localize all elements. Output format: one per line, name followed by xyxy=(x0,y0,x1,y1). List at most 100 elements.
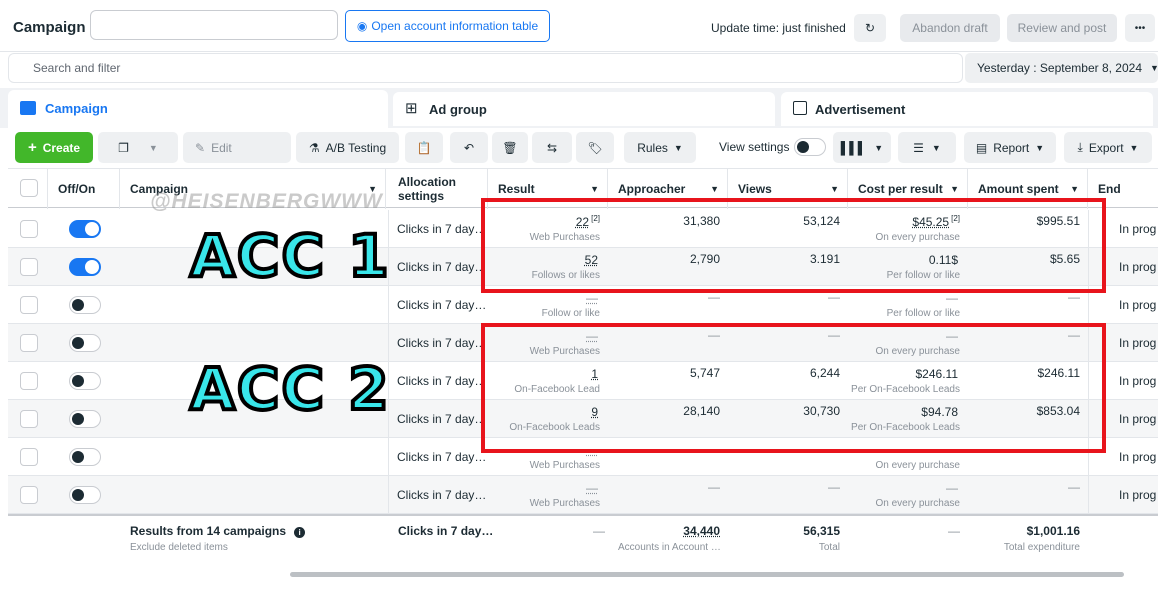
review-post-button[interactable]: Review and post xyxy=(1007,14,1117,42)
row-checkbox[interactable] xyxy=(20,448,38,466)
campaign-toggle[interactable] xyxy=(69,372,101,390)
footer-approacher: 34,440 xyxy=(683,524,720,538)
page-title: Campaign xyxy=(13,19,86,36)
clipboard-icon: 📋 xyxy=(416,140,432,155)
tab-ad-group[interactable]: ⊞ Ad group xyxy=(393,92,775,126)
plus-icon: + xyxy=(27,139,37,156)
acc-2-label: ACC 2 xyxy=(188,353,391,425)
footer-result: — xyxy=(593,524,605,538)
watermark-text: @HEISENBERGWWW xyxy=(150,190,383,213)
open-account-table-button[interactable]: ◉ Open account information table xyxy=(345,10,550,42)
col-allocation[interactable]: Allocation settings xyxy=(388,169,488,209)
allocation-value: Clicks in 7 day… xyxy=(397,260,487,274)
search-placeholder: Search and filter xyxy=(33,61,121,75)
chevron-down-icon: ▼ xyxy=(874,142,884,153)
row-checkbox[interactable] xyxy=(20,372,38,390)
spent-value: — xyxy=(1068,480,1080,494)
edit-button[interactable]: ✎ Edit xyxy=(183,132,291,163)
eye-icon: ◉ xyxy=(356,19,368,33)
campaign-toggle[interactable] xyxy=(69,220,101,238)
acc-2-highlight-box xyxy=(481,323,1106,453)
footer-views: 56,315 xyxy=(803,524,840,538)
preview-button[interactable]: ⇆ xyxy=(532,132,572,163)
end-value: In prog xyxy=(1119,412,1157,426)
sort-icon: ▼ xyxy=(590,184,599,194)
abandon-draft-button[interactable]: Abandon draft xyxy=(900,14,1000,42)
acc-1-highlight-box xyxy=(481,198,1106,293)
cost-cell: — On every purchase xyxy=(848,476,968,514)
columns-button[interactable]: ▌▌▌ ▼ xyxy=(833,132,891,163)
row-checkbox[interactable] xyxy=(20,410,38,428)
create-button[interactable]: + Create xyxy=(15,132,93,163)
row-checkbox[interactable] xyxy=(20,296,38,314)
end-value: In prog xyxy=(1119,336,1157,350)
footer-views-sub: Total xyxy=(818,542,840,553)
allocation-value: Clicks in 7 day… xyxy=(397,374,487,388)
breakdown-button[interactable]: ☰ ▼ xyxy=(898,132,956,163)
ab-testing-button[interactable]: ⚗ A/B Testing xyxy=(296,132,399,163)
tag-button[interactable]: 🏷 xyxy=(576,132,614,163)
approacher-value: — xyxy=(708,480,720,494)
delete-button[interactable]: 🗑 xyxy=(492,132,528,163)
allocation-value: Clicks in 7 day… xyxy=(397,450,487,464)
report-icon: ▤ xyxy=(975,140,988,155)
preview-icon: ⇆ xyxy=(546,140,558,155)
campaign-toggle[interactable] xyxy=(69,486,101,504)
horizontal-scrollbar[interactable] xyxy=(290,572,1124,577)
search-filter-bar[interactable] xyxy=(8,53,963,83)
more-button[interactable]: ••• xyxy=(1125,14,1155,42)
sort-icon: ▼ xyxy=(830,184,839,194)
table-row[interactable]: Clicks in 7 day… — Web Purchases — — — On ever… xyxy=(8,476,1158,514)
footer-cost: — xyxy=(948,524,960,538)
row-checkbox[interactable] xyxy=(20,334,38,352)
campaign-toggle[interactable] xyxy=(69,410,101,428)
allocation-cell: Clicks in 7 day… xyxy=(388,248,488,286)
rules-button[interactable]: Rules xyxy=(624,132,696,163)
end-value: In prog xyxy=(1119,222,1157,236)
refresh-button[interactable]: ↻ xyxy=(854,14,886,42)
result-subtitle: Web Purchases xyxy=(529,460,600,471)
cost-subtitle: Per follow or like xyxy=(886,308,960,319)
allocation-value: Clicks in 7 day… xyxy=(397,488,487,502)
acc-1-label: ACC 1 xyxy=(188,220,391,292)
views-value: — xyxy=(828,480,840,494)
cost-value: — xyxy=(946,481,958,495)
result-subtitle: Web Purchases xyxy=(529,498,600,509)
tab-advertisement[interactable]: Advertisement xyxy=(781,92,1153,126)
clipboard-button[interactable]: 📋 xyxy=(405,132,443,163)
columns-icon: ▌▌▌ xyxy=(840,140,867,155)
flask-icon: ⚗ xyxy=(308,140,320,155)
cost-subtitle: On every purchase xyxy=(875,460,961,471)
allocation-cell: Clicks in 7 day… xyxy=(388,324,488,362)
campaign-name-input[interactable] xyxy=(90,10,338,40)
tab-campaign[interactable]: Campaign xyxy=(8,90,388,128)
footer-title: Results from 14 campaigns i xyxy=(130,524,306,538)
allocation-cell: Clicks in 7 day… xyxy=(388,210,488,248)
undo-button[interactable]: ↶ xyxy=(450,132,488,163)
campaign-folder-icon xyxy=(20,101,36,115)
footer-subtitle: Exclude deleted items xyxy=(130,542,228,553)
col-off-on[interactable]: Off/On xyxy=(48,169,120,209)
campaign-toggle[interactable] xyxy=(69,258,101,276)
row-checkbox[interactable] xyxy=(20,220,38,238)
sort-icon: ▼ xyxy=(950,184,959,194)
campaign-toggle[interactable] xyxy=(69,334,101,352)
info-icon: i xyxy=(294,527,306,538)
campaign-toggle[interactable] xyxy=(69,296,101,314)
chevron-down-icon: ▼ xyxy=(931,142,941,153)
footer-approacher-sub: Accounts in Account … xyxy=(618,542,721,553)
date-range-picker[interactable]: Yesterday : September 8, 2024 ▼ xyxy=(965,53,1158,83)
row-checkbox[interactable] xyxy=(20,486,38,504)
allocation-value: Clicks in 7 day… xyxy=(397,298,487,312)
report-button[interactable]: ▤ Report xyxy=(964,132,1056,163)
view-settings-toggle[interactable] xyxy=(794,138,826,156)
select-all-checkbox[interactable] xyxy=(20,179,38,197)
campaign-toggle[interactable] xyxy=(69,448,101,466)
allocation-cell: Clicks in 7 day… xyxy=(388,476,488,514)
row-checkbox[interactable] xyxy=(20,258,38,276)
allocation-value: Clicks in 7 day… xyxy=(397,222,487,236)
export-button[interactable]: ⤓ Export xyxy=(1064,132,1152,163)
allocation-cell: Clicks in 7 day… xyxy=(388,400,488,438)
end-value: In prog xyxy=(1119,450,1157,464)
duplicate-button[interactable]: ❐ ▼ xyxy=(98,132,178,163)
